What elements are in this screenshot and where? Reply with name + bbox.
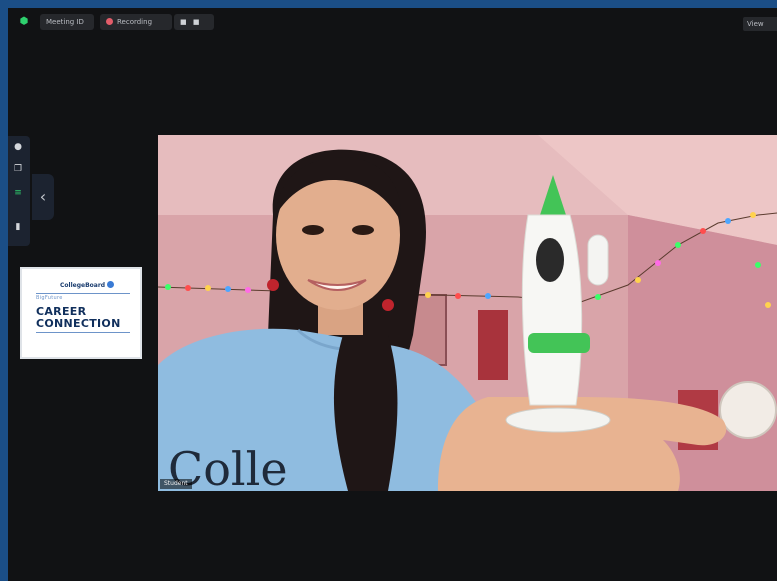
participant-name-tag: Student (160, 479, 192, 489)
meeting-info-pill[interactable]: Meeting ID (40, 14, 94, 30)
top-bar: ⬢ Meeting ID Recording ■ ■ View (8, 8, 777, 36)
divider (36, 332, 130, 333)
recording-label: Recording (117, 18, 153, 26)
rocket-band (528, 333, 590, 353)
zoom-window: ⬢ Meeting ID Recording ■ ■ View ● ❐ ≡ ▮ … (8, 8, 777, 581)
thumb-subtitle: BigFuture (36, 295, 63, 301)
participant-video[interactable]: Colle Student (158, 135, 777, 491)
stocking (478, 310, 508, 380)
copy-icon[interactable]: ❐ (11, 162, 25, 176)
right-eye (352, 225, 374, 235)
fan (719, 381, 777, 439)
left-eye (302, 225, 324, 235)
rocket-window (536, 238, 564, 282)
recording-pill[interactable]: Recording (100, 14, 172, 30)
video-scene: Colle (158, 135, 777, 491)
divider (36, 293, 130, 294)
rocket-fin (587, 234, 609, 286)
brand-logo: CollegeBoard (60, 281, 115, 289)
chevron-left-icon[interactable]: ‹ (32, 174, 54, 220)
draw-icon[interactable]: ≡ (11, 186, 25, 200)
shared-screen-thumbnail[interactable]: CollegeBoard BigFuture CAREER CONNECTION (20, 267, 142, 359)
record-dot-icon (106, 18, 113, 25)
earring-left (267, 279, 279, 291)
view-button[interactable]: View (743, 17, 777, 31)
earring-right (382, 299, 394, 311)
rocket-base (505, 407, 611, 433)
annotation-toolbar: ● ❐ ≡ ▮ (8, 136, 30, 246)
pointer-icon[interactable]: ● (11, 140, 25, 154)
stop-icon[interactable]: ▮ (11, 220, 25, 234)
ponytail (333, 335, 398, 491)
recording-controls[interactable]: ■ ■ (174, 14, 214, 30)
shield-icon[interactable]: ⬢ (18, 16, 30, 28)
thumb-title-line2: CONNECTION (36, 317, 121, 330)
